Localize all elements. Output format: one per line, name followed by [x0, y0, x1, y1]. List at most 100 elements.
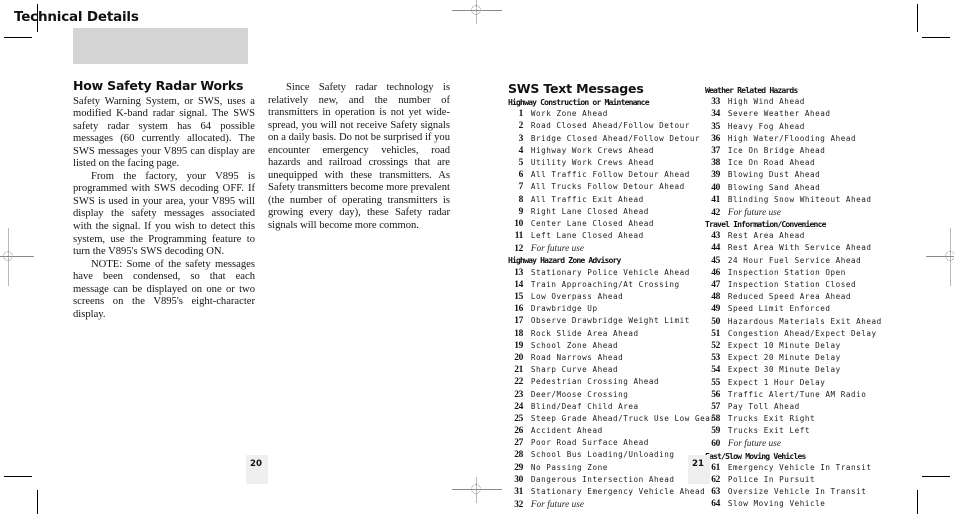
- left-page-column-2: Since Safety radar technology is relativ…: [268, 82, 450, 233]
- sws-message-text: For future use: [530, 243, 585, 254]
- sws-message-number: 11: [514, 231, 524, 242]
- sws-message-row: 13 Stationary Police Vehicle Ahead: [508, 267, 708, 279]
- sws-message-text: Sharp Curve Ahead: [530, 365, 619, 375]
- sws-message-text: Reduced Speed Area Ahead: [727, 292, 851, 302]
- sws-message-text: Right Lane Closed Ahead: [530, 206, 649, 216]
- registration-mark-left: [0, 228, 34, 286]
- sws-group-heading: Travel Information/Convenience: [705, 219, 826, 230]
- sws-message-row: 32 For future use: [508, 498, 708, 510]
- sws-message-row: 15 Low Overpass Ahead: [508, 291, 708, 303]
- sws-message-text: Blowing Sand Ahead: [727, 182, 821, 192]
- sws-message-row: 47 Inspection Station Closed: [705, 279, 905, 291]
- sws-group-heading: Highway Hazard Zone Advisory: [508, 255, 621, 266]
- sws-message-number: 8: [518, 194, 524, 205]
- sws-message-text: Steep Grade Ahead/Truck Use Low Gear: [530, 413, 716, 423]
- sws-message-number: 43: [711, 231, 720, 242]
- sws-message-text: Drawbridge Up: [530, 304, 598, 314]
- sws-message-number: 16: [514, 304, 523, 315]
- sws-message-number: 59: [711, 426, 720, 437]
- sws-message-number: 41: [711, 194, 720, 205]
- sws-message-number: 54: [711, 365, 720, 376]
- sws-message-number: 46: [711, 267, 720, 278]
- crop-mark-bottom-left-horizontal: [4, 476, 32, 477]
- sws-message-text: Work Zone Ahead: [530, 109, 608, 119]
- sws-message-number: 17: [514, 316, 523, 327]
- sws-message-row: 11 Left Lane Closed Ahead: [508, 230, 708, 242]
- sws-message-row: 12 For future use: [508, 242, 708, 254]
- sws-group-heading: Highway Construction or Maintenance: [508, 97, 650, 107]
- sws-message-text: Bridge Closed Ahead/Follow Detour: [530, 133, 701, 143]
- sws-message-row: 24 Blind/Deaf Child Area: [508, 401, 708, 413]
- sws-message-text: For future use: [530, 499, 585, 510]
- sws-message-number: 21: [514, 365, 523, 376]
- chapter-banner: [73, 28, 248, 64]
- sws-message-text: For future use: [727, 438, 782, 449]
- sws-message-row: 37 Ice On Bridge Ahead: [705, 145, 905, 157]
- sws-message-number: 35: [711, 121, 720, 132]
- sws-message-number: 52: [711, 340, 720, 351]
- sws-message-number: 55: [711, 377, 720, 388]
- sws-message-row: 27 Poor Road Surface Ahead: [508, 437, 708, 449]
- sws-message-row: 41 Blinding Snow Whiteout Ahead: [705, 194, 905, 206]
- sws-message-text: All Traffic Follow Detour Ahead: [530, 170, 690, 180]
- sws-message-text: High Water/Flooding Ahead: [727, 133, 857, 143]
- sws-message-number: 47: [711, 280, 720, 291]
- sws-message-row: 62 Police In Pursuit: [705, 474, 905, 486]
- sws-message-text: 24 Hour Fuel Service Ahead: [727, 255, 862, 265]
- sws-message-row: 17 Observe Drawbridge Weight Limit: [508, 315, 708, 327]
- body-paragraph: Safety Warning System, or SWS, uses a mo…: [73, 95, 255, 170]
- sws-message-row: 40 Blowing Sand Ahead: [705, 182, 905, 194]
- sws-message-number: 18: [514, 328, 523, 339]
- page-number-left: 20: [250, 459, 262, 469]
- body-paragraph: Since Safety radar technology is relativ…: [268, 82, 450, 232]
- registration-mark-right: [926, 228, 954, 286]
- sws-message-text: Rock Slide Area Ahead: [530, 328, 639, 338]
- sws-message-text: School Bus Loading/Unloading: [530, 450, 675, 460]
- sws-message-row: 29 No Passing Zone: [508, 462, 708, 474]
- sws-message-number: 32: [514, 500, 523, 511]
- sws-message-number: 22: [514, 377, 523, 388]
- page-title-sws-text-messages: SWS Text Messages: [508, 81, 644, 96]
- sws-message-row: 64 Slow Moving Vehicle: [705, 498, 905, 510]
- sws-message-row: 30 Dangerous Intersection Ahead: [508, 474, 708, 486]
- sws-message-row: 36 High Water/Flooding Ahead: [705, 133, 905, 145]
- crop-mark-top-right-horizontal: [922, 37, 950, 38]
- sws-message-text: Inspection Station Closed: [727, 280, 857, 290]
- sws-message-row: 63 Oversize Vehicle In Transit: [705, 486, 905, 498]
- sws-message-number: 64: [711, 499, 720, 510]
- sws-message-text: Road Closed Ahead/Follow Detour: [530, 121, 690, 131]
- body-paragraph: From the factory, your V895 is programme…: [73, 170, 255, 258]
- sws-message-number: 58: [711, 414, 720, 425]
- sws-message-number: 63: [711, 487, 720, 498]
- sws-message-number: 9: [518, 206, 524, 217]
- body-paragraph: NOTE: Some of the safety messages have b…: [73, 258, 255, 320]
- sws-message-row: 10 Center Lane Closed Ahead: [508, 218, 708, 230]
- sws-message-number: 13: [514, 267, 523, 278]
- sws-message-row: 55 Expect 1 Hour Delay: [705, 377, 905, 389]
- sws-message-row: 49 Speed Limit Enforced: [705, 303, 905, 315]
- sws-message-row: 59 Trucks Exit Left: [705, 425, 905, 437]
- sws-message-number: 40: [711, 182, 720, 193]
- sws-message-number: 3: [518, 133, 524, 144]
- sws-message-text: For future use: [727, 206, 782, 217]
- sws-message-text: No Passing Zone: [530, 462, 608, 472]
- sws-message-row: 48 Reduced Speed Area Ahead: [705, 291, 905, 303]
- sws-message-number: 14: [514, 279, 523, 290]
- sws-message-number: 33: [711, 97, 720, 108]
- sws-message-text: Pedestrian Crossing Ahead: [530, 377, 660, 387]
- sws-message-column-b: Weather Related Hazards 33 High Wind Ahead…: [705, 84, 905, 511]
- sws-message-row: 26 Accident Ahead: [508, 425, 708, 437]
- sws-message-text: Ice On Road Ahead: [727, 158, 816, 168]
- sws-message-text: Rest Area Ahead: [727, 231, 805, 241]
- sws-message-row: 1 Work Zone Ahead: [508, 108, 708, 120]
- sws-message-number: 25: [514, 413, 523, 424]
- sws-message-number: 7: [518, 182, 524, 193]
- sws-message-row: 19 School Zone Ahead: [508, 340, 708, 352]
- sws-message-row: 44 Rest Area With Service Ahead: [705, 242, 905, 254]
- sws-message-text: Stationary Police Vehicle Ahead: [530, 267, 690, 277]
- sws-message-number: 27: [514, 438, 523, 449]
- sws-message-number: 53: [711, 353, 720, 364]
- sws-message-text: Blinding Snow Whiteout Ahead: [727, 194, 872, 204]
- sws-message-row: 33 High Wind Ahead: [705, 96, 905, 108]
- sws-message-row: 3 Bridge Closed Ahead/Follow Detour: [508, 133, 708, 145]
